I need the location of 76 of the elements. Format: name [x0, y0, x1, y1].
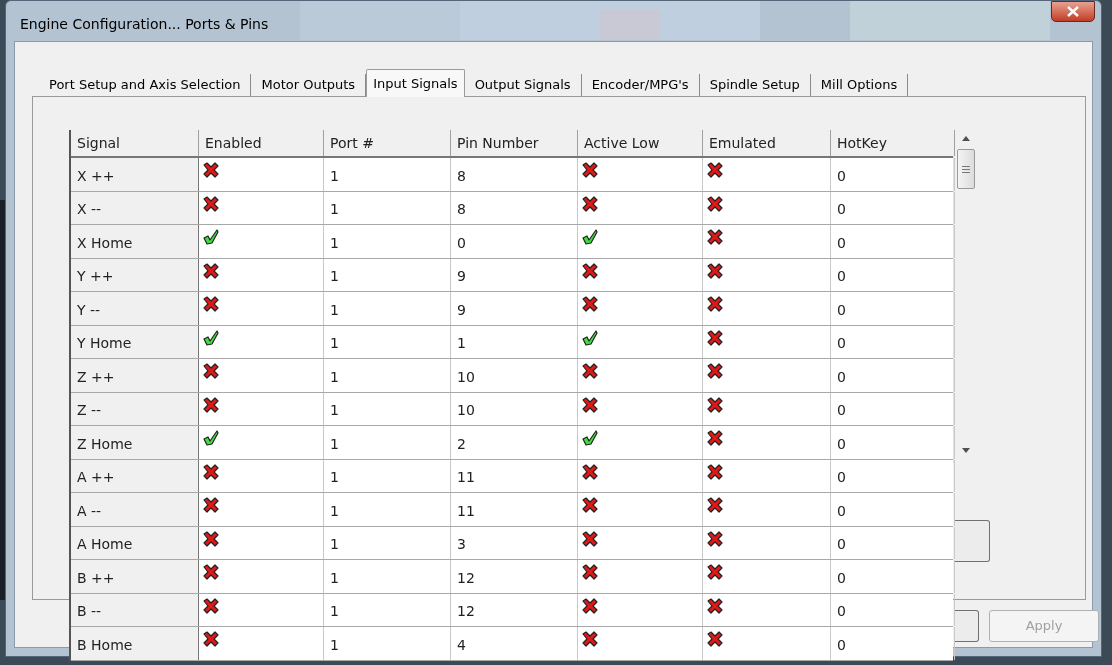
scroll-thumb[interactable] [956, 149, 975, 189]
column-header[interactable]: Signal [71, 130, 199, 156]
table-cell: 2 [451, 426, 578, 459]
row-header[interactable]: B Home [71, 627, 199, 660]
row-header[interactable]: X Home [71, 225, 199, 258]
table-cell: 0 [831, 560, 955, 593]
table-cell: 0 [831, 359, 955, 392]
table-cell: 1 [324, 526, 451, 559]
row-header[interactable]: B -- [71, 593, 199, 626]
table-cell: 0 [831, 325, 955, 358]
scroll-up-icon [961, 136, 970, 141]
table-cell: 0 [831, 225, 955, 258]
table-cell: 0 [831, 459, 955, 492]
row-header[interactable]: X -- [71, 191, 199, 224]
scroll-down-icon [961, 448, 970, 453]
column-header[interactable]: Pin Number [451, 130, 578, 156]
table-cell: 1 [324, 158, 451, 191]
row-header[interactable]: Y ++ [71, 258, 199, 291]
column-header[interactable]: Active Low [578, 130, 703, 156]
table-cell: 1 [324, 325, 451, 358]
table-cell: 1 [324, 459, 451, 492]
table-cell: 0 [831, 191, 955, 224]
row-header[interactable]: A -- [71, 493, 199, 526]
table-cell: 8 [451, 191, 578, 224]
table-cell: 0 [831, 426, 955, 459]
button[interactable] [955, 520, 990, 562]
table-cell: 1 [324, 560, 451, 593]
column-header[interactable]: HotKey [831, 130, 955, 156]
table-cell: 1 [324, 426, 451, 459]
row-header[interactable]: X ++ [71, 158, 199, 191]
column-header[interactable]: Enabled [199, 130, 324, 156]
table-cell: 1 [324, 392, 451, 425]
table-cell: 9 [451, 292, 578, 325]
table-cell: 0 [831, 493, 955, 526]
close-icon [1067, 6, 1079, 17]
window-title: Engine Configuration... Ports & Pins [20, 15, 269, 34]
row-header[interactable]: A Home [71, 526, 199, 559]
table-cell: 1 [324, 493, 451, 526]
row-header[interactable]: B ++ [71, 560, 199, 593]
table-cell: 9 [451, 258, 578, 291]
table-cell: 0 [831, 526, 955, 559]
table-cell: 11 [451, 459, 578, 492]
column-header[interactable]: Port # [324, 130, 451, 156]
row-header[interactable]: A ++ [71, 459, 199, 492]
table-cell: 1 [324, 225, 451, 258]
close-button[interactable] [1051, 1, 1095, 22]
row-header[interactable]: Z ++ [71, 359, 199, 392]
table-cell: 4 [451, 627, 578, 660]
row-header[interactable]: Z -- [71, 392, 199, 425]
table-cell: 0 [831, 627, 955, 660]
table-cell: 8 [451, 158, 578, 191]
table-cell: 1 [324, 292, 451, 325]
table-cell: 12 [451, 560, 578, 593]
table-cell: 11 [451, 493, 578, 526]
table-cell: 3 [451, 526, 578, 559]
table-cell: 1 [324, 191, 451, 224]
table-cell: 0 [831, 392, 955, 425]
table-cell: 10 [451, 392, 578, 425]
table-cell: 0 [451, 225, 578, 258]
button[interactable] [955, 610, 979, 642]
row-header[interactable]: Y Home [71, 325, 199, 358]
table-cell: 0 [831, 158, 955, 191]
table-cell: 1 [451, 325, 578, 358]
table-cell: 1 [324, 627, 451, 660]
table-cell: 0 [831, 593, 955, 626]
column-header[interactable]: Emulated [703, 130, 831, 156]
tab[interactable]: Input Signals [366, 69, 465, 97]
table-cell: 0 [831, 258, 955, 291]
table-cell: 12 [451, 593, 578, 626]
table-cell: 10 [451, 359, 578, 392]
row-header[interactable]: Z Home [71, 426, 199, 459]
table-cell: 1 [324, 258, 451, 291]
table-cell: 1 [324, 593, 451, 626]
table-cell: 1 [324, 359, 451, 392]
row-header[interactable]: Y -- [71, 292, 199, 325]
table-cell: 0 [831, 292, 955, 325]
